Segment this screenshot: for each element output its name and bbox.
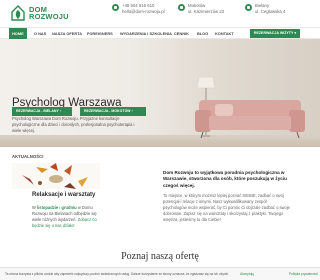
logo[interactable]: DOM ROZWOJU [10,4,69,22]
address-street: ul. Cegłowska 4 [255,8,286,14]
about-section: Dom Rozwoju to wyjątkowa poradnia psycho… [163,170,291,223]
news-label: AKTUALNOŚCI [12,154,44,159]
news-section: AKTUALNOŚCI Relaksacje i warsztaty W lis… [8,154,153,228]
nav-item-home[interactable]: HOME [9,28,27,39]
site-header: DOM ROZWOJU +48 504 516 610 hello@dom-ro… [0,0,320,27]
news-text-bold: listopadzie [37,205,59,210]
contact-address-bielany[interactable]: Bielany ul. Cegłowska 4 [245,3,285,14]
hero-description: Psycholog Warszawa Dom Rozwoju. Przyjazn… [12,116,135,133]
phone-icon [112,4,119,11]
cookie-accept-link[interactable]: Akceptuję [240,268,254,280]
nav-item-nasza-oferta[interactable]: NASZA OFERTA [49,28,85,39]
about-text: To miejsce, w którym możesz lepiej pozna… [163,193,290,222]
cookie-text: Ta strona korzysta z plików cookie aby z… [5,272,229,276]
book-mokotow-button[interactable]: REZERWACJA - MOKOTÓW › [80,107,146,116]
nav-item-wydarzenia[interactable]: WYDARZENIA I SZKOLENIA [117,28,175,39]
location-pin-icon [178,4,185,11]
location-pin-icon [245,4,252,11]
contact-address-mokotow[interactable]: Mokotów ul. Kazimierzów 23 [178,3,224,14]
news-text-bold: grudniu [61,205,77,210]
nav-item-kontakt[interactable]: KONTAKT [212,28,237,39]
about-lead: Dom Rozwoju to wyjątkowa poradnia psycho… [163,170,287,188]
news-text: W listopadzie i grudniu w Domu Rozwoju n… [32,205,98,229]
privacy-policy-link[interactable]: Polityka prywatności [289,268,318,280]
book-visit-button[interactable]: REZERWACJA WIZYTY ▾ [250,29,300,38]
nav-item-cennik[interactable]: CENNIK [171,28,192,39]
cookie-bar: Ta strona korzysta z plików cookie aby z… [0,267,320,280]
contact-phone[interactable]: +48 504 516 610 hello@dom-rozwoju.pl [112,3,165,14]
sofa-image [195,100,305,139]
main-nav: HOME O NAS NASZA OFERTA FOREIGNERS WYDAR… [0,27,320,39]
nav-item-blog[interactable]: BLOG [194,28,211,39]
logo-line2: ROZWOJU [29,12,69,21]
nav-item-foreigners[interactable]: FOREIGNERS [84,28,116,39]
offer-heading: Poznaj naszą ofertę [121,251,199,262]
address-street: ul. Kazimierzów 23 [188,8,225,14]
news-title[interactable]: Relaksacje i warsztaty [32,192,95,198]
nav-item-o-nas[interactable]: O NAS [31,28,49,39]
logo-house-icon [10,4,26,22]
hero-banner: Psycholog Warszawa Psycholog Warszawa Do… [0,39,320,147]
email-address[interactable]: hello@dom-rozwoju.pl [122,9,165,15]
book-bielany-button[interactable]: REZERWACJA - BIELANY › [12,107,72,116]
news-leaves-image[interactable] [12,163,100,189]
logo-text: DOM ROZWOJU [29,5,69,21]
